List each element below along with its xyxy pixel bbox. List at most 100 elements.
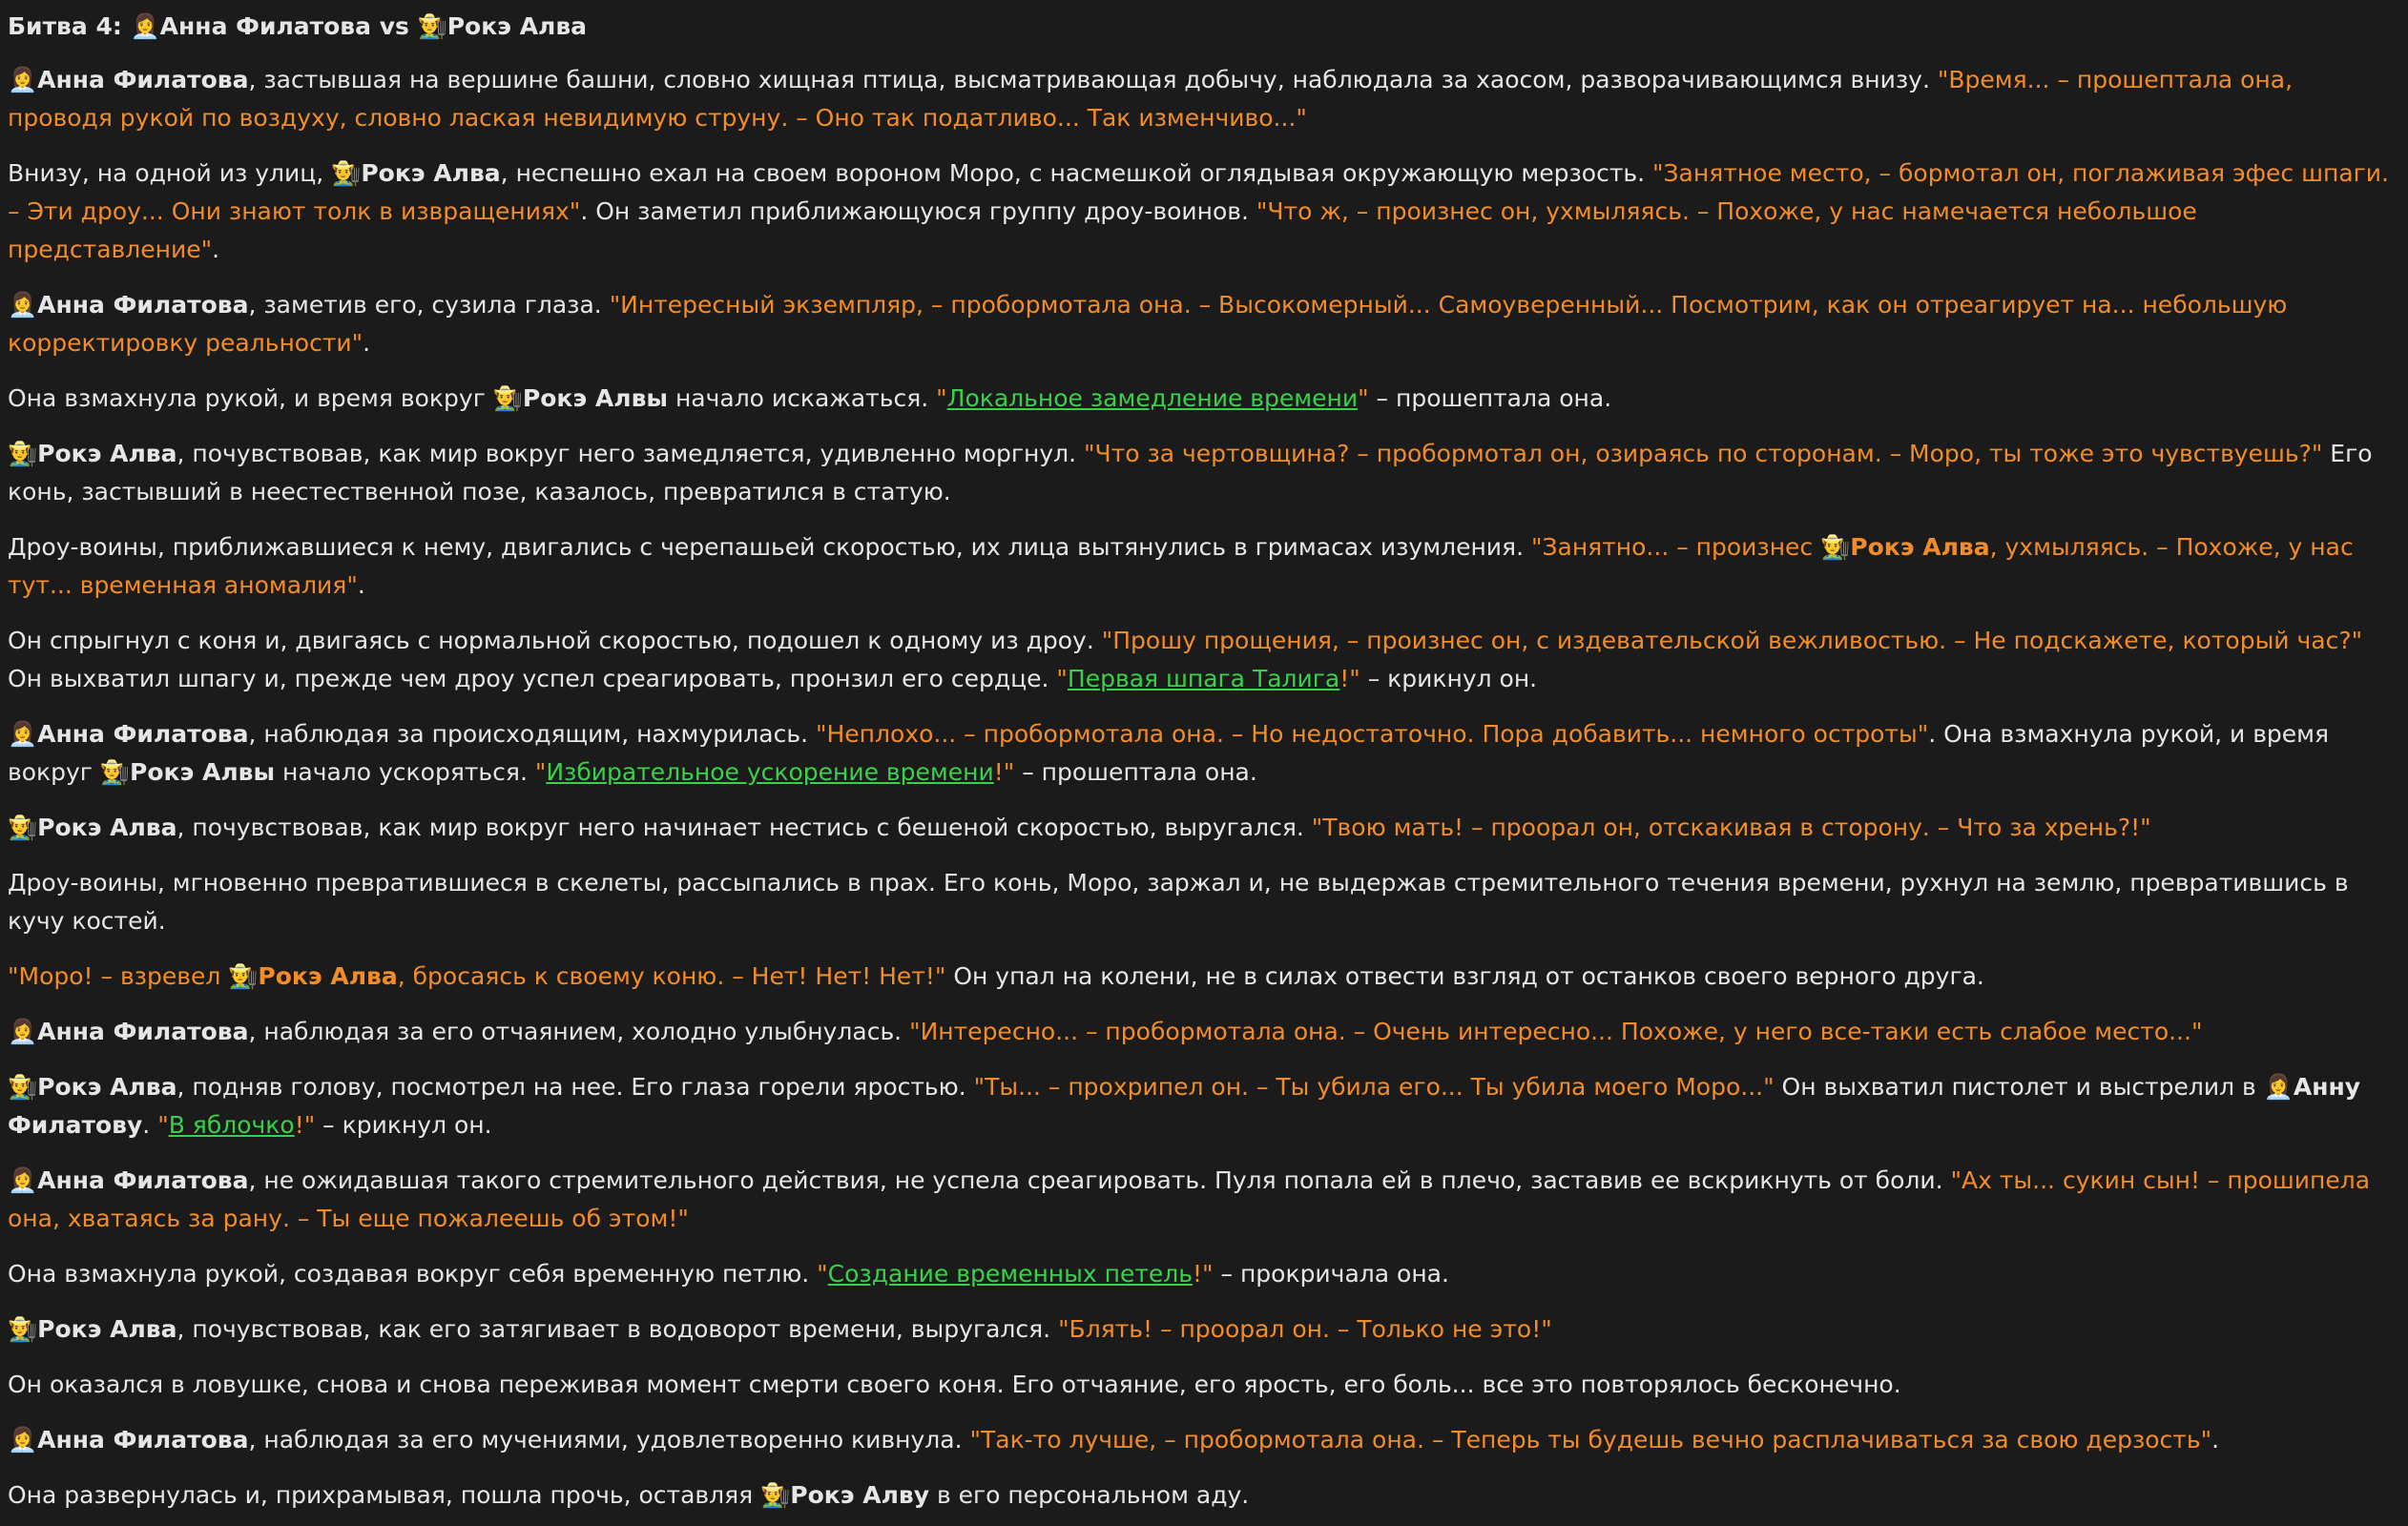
character-name: Рокэ Алва bbox=[258, 962, 398, 990]
ability-link[interactable]: Локальное замедление времени bbox=[947, 384, 1358, 412]
narration-text: Она взмахнула рукой, создавая вокруг себ… bbox=[8, 1260, 818, 1288]
character-name: Рокэ Алвы bbox=[130, 758, 276, 786]
narration-text: начало ускоряться. bbox=[275, 758, 535, 786]
narration-text: , не ожидавшая такого стремительного дей… bbox=[248, 1166, 1951, 1194]
story-paragraph: Дроу-воины, приближавшиеся к нему, двига… bbox=[8, 528, 2398, 605]
dialogue-quote: " bbox=[1056, 665, 1068, 692]
narration-text: Дроу-воины, приближавшиеся к нему, двига… bbox=[8, 533, 1531, 561]
narration-text: , почувствовав, как мир вокруг него заме… bbox=[176, 440, 1085, 467]
character-emoji-icon: 👩‍💼 bbox=[8, 720, 38, 748]
story-paragraph: Он оказался в ловушке, снова и снова пер… bbox=[8, 1366, 2398, 1404]
character-name: Рокэ Алва bbox=[37, 1315, 177, 1343]
story-paragraph: 👩‍💼 Анна Филатова, заметив его, сузила г… bbox=[8, 286, 2398, 362]
narration-text: , застывшая на вершине башни, словно хищ… bbox=[248, 66, 1938, 93]
narration-text: . bbox=[363, 329, 371, 357]
narration-text: – прошептала она. bbox=[1014, 758, 1257, 786]
narration-text: . bbox=[2211, 1426, 2220, 1454]
dialogue-quote: "Интересно... – пробормотала она. – Очен… bbox=[909, 1018, 2203, 1045]
character-emoji-icon: 👩‍💼 bbox=[2263, 1073, 2294, 1101]
character-emoji-icon: 👩‍💼 bbox=[8, 1018, 38, 1045]
narration-text: , неспешно ехал на своем вороном Моро, с… bbox=[500, 159, 1653, 187]
character-name: Рокэ Алва bbox=[1850, 533, 1990, 561]
narration-text: Он оказался в ловушке, снова и снова пер… bbox=[8, 1371, 1901, 1398]
ability-link[interactable]: Первая шпага Талига bbox=[1068, 665, 1339, 692]
character-emoji-icon: 👨‍🌾 bbox=[331, 159, 362, 187]
story-paragraph: 👩‍💼 Анна Филатова, застывшая на вершине … bbox=[8, 61, 2398, 137]
character-emoji-icon: 👨‍🌾 bbox=[99, 758, 131, 786]
dialogue-quote: , бросаясь к своему коню. – Нет! Нет! Не… bbox=[397, 962, 946, 990]
dialogue-quote: "Твою мать! – проорал он, отскакивая в с… bbox=[1311, 814, 2151, 841]
story-paragraph: 👩‍💼 Анна Филатова, наблюдая за его отчая… bbox=[8, 1013, 2398, 1051]
story-body: 👩‍💼 Анна Филатова, застывшая на вершине … bbox=[8, 61, 2398, 1515]
character-name: Рокэ Алвы bbox=[522, 384, 668, 412]
narration-text: в его персональном аду. bbox=[929, 1481, 1250, 1509]
story-paragraph: Он спрыгнул с коня и, двигаясь с нормаль… bbox=[8, 622, 2398, 698]
dialogue-quote: "Блять! – проорал он. – Только не это!" bbox=[1058, 1315, 1552, 1343]
story-paragraph: Дроу-воины, мгновенно превратившиеся в с… bbox=[8, 864, 2398, 940]
character-name: Рокэ Алва bbox=[361, 159, 501, 187]
narration-text: , наблюдая за происходящим, нахмурилась. bbox=[248, 720, 816, 748]
character-emoji-icon: 👨‍🌾 bbox=[1820, 533, 1851, 561]
narration-text: – прокричала она. bbox=[1213, 1260, 1449, 1288]
narration-text: , почувствовав, как мир вокруг него начи… bbox=[176, 814, 1312, 841]
narration-text: Она взмахнула рукой, и время вокруг bbox=[8, 384, 493, 412]
story-document: Битва 4: 👩‍💼Анна Филатова vs 👨‍🌾Рокэ Алв… bbox=[0, 0, 2408, 1515]
narration-text: , заметив его, сузила глаза. bbox=[248, 291, 610, 319]
narration-text: Он выхватил шпагу и, прежде чем дроу усп… bbox=[8, 665, 1057, 692]
character-emoji-icon: 👨‍🌾 bbox=[228, 962, 259, 990]
character-name: Анна Филатова bbox=[37, 1166, 249, 1194]
character-emoji-icon: 👨‍🌾 bbox=[8, 440, 38, 467]
character-name: Рокэ Алва bbox=[37, 1073, 177, 1101]
narration-text: . bbox=[142, 1111, 158, 1139]
narration-text: Он упал на колени, не в силах отвести вз… bbox=[945, 962, 1984, 990]
story-paragraph: 👩‍💼 Анна Филатова, наблюдая за его мучен… bbox=[8, 1421, 2398, 1459]
character-emoji-icon: 👨‍🌾 bbox=[760, 1481, 791, 1509]
character-name: Анна Филатова bbox=[37, 1018, 249, 1045]
story-paragraph: 👨‍🌾 Рокэ Алва, почувствовав, как мир вок… bbox=[8, 435, 2398, 511]
dialogue-quote: " bbox=[157, 1111, 169, 1139]
character-name: Анна Филатова bbox=[37, 1426, 249, 1454]
dialogue-quote: " bbox=[936, 384, 947, 412]
story-paragraph: "Моро! – взревел 👨‍🌾 Рокэ Алва, бросаясь… bbox=[8, 958, 2398, 996]
narration-text: Дроу-воины, мгновенно превратившиеся в с… bbox=[8, 869, 2349, 935]
narration-text: . Он заметил приближающуюся группу дроу-… bbox=[580, 197, 1256, 225]
narration-text: – прошептала она. bbox=[1368, 384, 1612, 412]
dialogue-quote: " bbox=[534, 758, 547, 786]
narration-text: Она развернулась и, прихрамывая, пошла п… bbox=[8, 1481, 761, 1509]
character-emoji-icon: 👩‍💼 bbox=[8, 66, 38, 93]
story-paragraph: Она взмахнула рукой, и время вокруг 👨‍🌾 … bbox=[8, 380, 2398, 418]
narration-text: , наблюдая за его отчаянием, холодно улы… bbox=[248, 1018, 910, 1045]
story-paragraph: 👨‍🌾 Рокэ Алва, подняв голову, посмотрел … bbox=[8, 1068, 2398, 1144]
ability-link[interactable]: Избирательное ускорение времени bbox=[546, 758, 993, 786]
narration-text: начало искажаться. bbox=[668, 384, 937, 412]
ability-link[interactable]: Создание временных петель bbox=[828, 1260, 1193, 1288]
character-name: Анна Филатова bbox=[37, 66, 249, 93]
story-paragraph: 👩‍💼 Анна Филатова, наблюдая за происходя… bbox=[8, 715, 2398, 792]
character-name: Рокэ Алва bbox=[37, 440, 177, 467]
character-name: Рокэ Алва bbox=[37, 814, 177, 841]
story-paragraph: 👨‍🌾 Рокэ Алва, почувствовав, как его зат… bbox=[8, 1310, 2398, 1349]
dialogue-quote: !" bbox=[294, 1111, 316, 1139]
dialogue-quote: " bbox=[817, 1260, 828, 1288]
narration-text: , наблюдая за его мучениями, удовлетворе… bbox=[248, 1426, 970, 1454]
dialogue-quote: "Неплохо... – пробормотала она. – Но нед… bbox=[816, 720, 1929, 748]
dialogue-quote: !" bbox=[1193, 1260, 1214, 1288]
narration-text: . bbox=[357, 571, 365, 599]
dialogue-quote: " bbox=[1358, 384, 1369, 412]
dialogue-quote: !" bbox=[1339, 665, 1360, 692]
narration-text: Он спрыгнул с коня и, двигаясь с нормаль… bbox=[8, 627, 1102, 654]
character-emoji-icon: 👩‍💼 bbox=[8, 1166, 38, 1194]
character-emoji-icon: 👨‍🌾 bbox=[8, 814, 38, 841]
dialogue-quote: "Прошу прощения, – произнес он, с издева… bbox=[1101, 627, 2363, 654]
narration-text: – крикнул он. bbox=[315, 1111, 492, 1139]
story-paragraph: Она развернулась и, прихрамывая, пошла п… bbox=[8, 1476, 2398, 1515]
dialogue-quote: "Так-то лучше, – пробормотала она. – Теп… bbox=[969, 1426, 2212, 1454]
narration-text: . bbox=[212, 236, 220, 263]
character-emoji-icon: 👩‍💼 bbox=[8, 291, 38, 319]
dialogue-quote: "Занятно... – произнес bbox=[1530, 533, 1821, 561]
narration-text: – крикнул он. bbox=[1360, 665, 1538, 692]
dialogue-quote: "Ты... – прохрипел он. – Ты убила его...… bbox=[973, 1073, 1775, 1101]
character-emoji-icon: 👨‍🌾 bbox=[8, 1315, 38, 1343]
dialogue-quote: "Моро! – взревел bbox=[8, 962, 229, 990]
ability-link[interactable]: В яблочко bbox=[169, 1111, 295, 1139]
